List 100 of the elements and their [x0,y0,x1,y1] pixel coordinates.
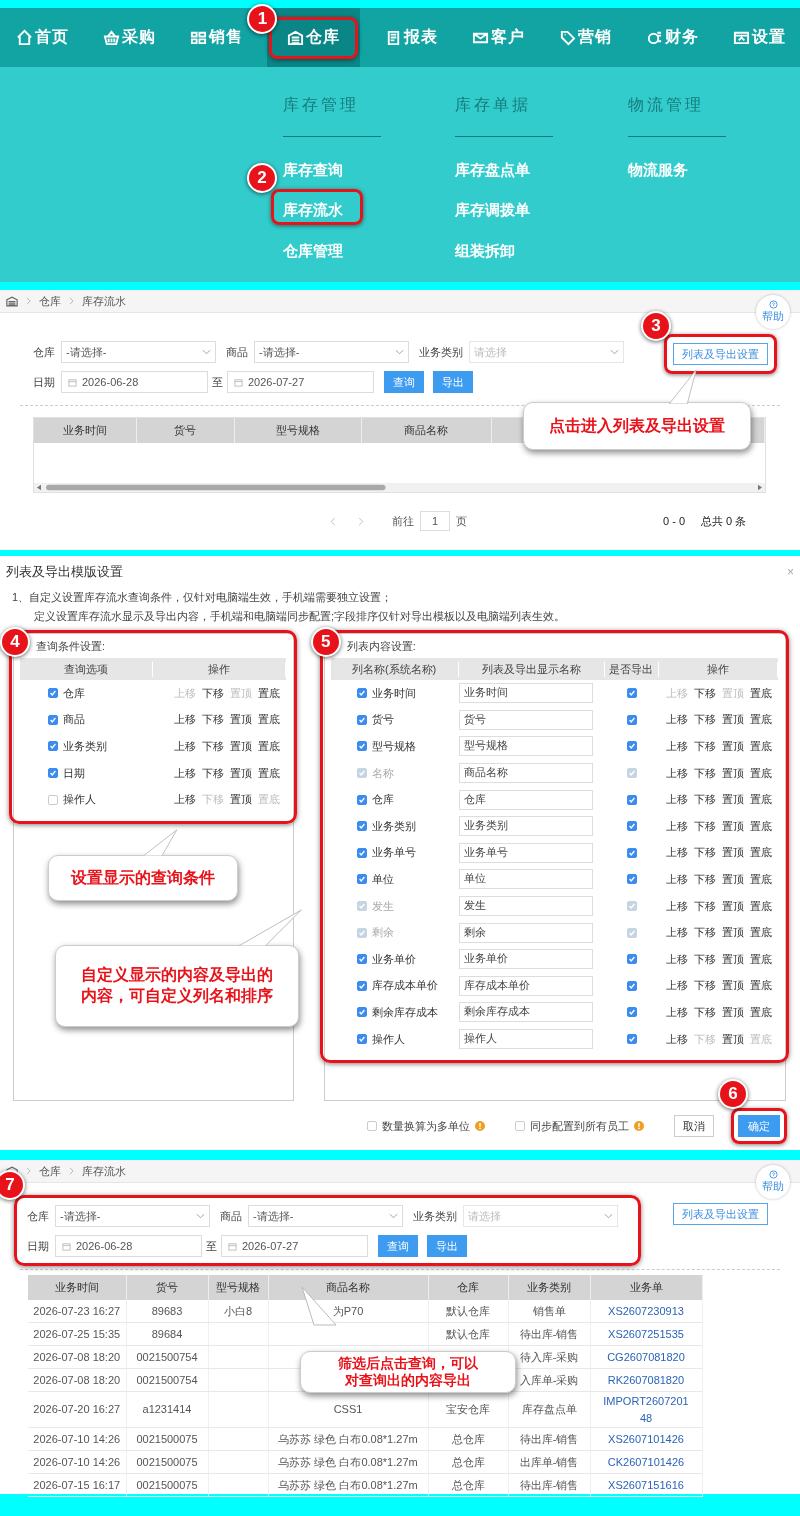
date-field[interactable]: 2026-06-28 [61,371,208,393]
move-down-link[interactable]: 下移 [694,978,716,994]
move-down-link[interactable]: 下移 [694,792,716,808]
export-checkbox[interactable] [626,741,637,752]
move-down-link[interactable]: 下移 [694,871,716,887]
name-input[interactable]: 操作人 [458,1029,593,1049]
move-down-link[interactable]: 下移 [694,818,716,834]
move-down-link[interactable]: 下移 [694,1004,716,1020]
breadcrumb-link[interactable]: 仓库 [39,1163,61,1179]
move-up-link[interactable]: 上移 [173,712,196,728]
move-down-link[interactable]: 下移 [694,951,716,967]
move-up-link[interactable]: 上移 [666,792,688,808]
export-checkbox[interactable] [626,954,637,965]
export-checkbox[interactable] [626,874,637,885]
order-link[interactable]: XS2607251535 [591,1325,701,1343]
move-up-link[interactable]: 上移 [666,818,688,834]
move-down-link[interactable]: 下移 [694,925,716,941]
move-down-link[interactable]: 下移 [694,712,716,728]
move-up-link[interactable]: 上移 [666,925,688,941]
breadcrumb-link[interactable]: 库存流水 [82,1163,126,1179]
checkbox[interactable] [367,1121,377,1131]
help-button[interactable]: 帮助 [756,1165,790,1199]
checkbox[interactable] [356,714,367,725]
move-bottom-link[interactable]: 置底 [750,712,772,728]
date-field[interactable]: 2026-07-27 [221,1235,368,1257]
checkbox[interactable] [356,1034,367,1044]
select-field[interactable]: -请选择- [61,341,216,363]
name-input[interactable]: 库存成本单价 [458,975,593,996]
name-input[interactable]: 剩余 [458,922,593,943]
move-bottom-link[interactable]: 置底 [257,685,280,701]
breadcrumb-link[interactable]: 库存流水 [82,293,126,309]
move-up-link[interactable]: 上移 [666,845,688,861]
move-down-link[interactable]: 下移 [201,739,224,754]
move-bottom-link[interactable]: 置底 [750,898,772,914]
name-input[interactable]: 业务时间 [458,683,593,704]
move-bottom-link[interactable]: 置底 [750,871,772,887]
checkbox[interactable] [48,688,58,699]
move-top-link[interactable]: 置顶 [722,925,744,941]
export-checkbox[interactable] [626,768,637,779]
move-up-link[interactable]: 上移 [666,739,688,754]
move-up-link[interactable]: 上移 [173,792,196,808]
move-bottom-link[interactable]: 置底 [750,739,772,754]
name-input[interactable]: 型号规格 [458,736,593,757]
move-top-link[interactable]: 置顶 [229,792,252,808]
select-field[interactable]: -请选择- [55,1205,210,1227]
list-settings-button[interactable]: 列表及导出设置 [673,343,768,365]
move-down-link[interactable]: 下移 [694,765,716,781]
cancel-button[interactable]: 取消 [674,1115,714,1137]
move-down-link[interactable]: 下移 [201,712,224,728]
order-link[interactable]: CG2607081820 [591,1348,701,1366]
help-button[interactable]: 帮助 [756,295,790,329]
checkbox[interactable] [356,980,367,991]
checkbox[interactable] [515,1121,525,1131]
date-field[interactable]: 2026-07-27 [227,371,374,393]
move-top-link[interactable]: 置顶 [229,765,252,781]
move-up-link[interactable]: 上移 [666,951,688,967]
checkbox[interactable] [356,768,367,779]
move-bottom-link[interactable]: 置底 [750,818,772,834]
move-bottom-link[interactable]: 置底 [750,978,772,994]
export-checkbox[interactable] [626,847,637,858]
move-up-link[interactable]: 上移 [666,978,688,994]
checkbox[interactable] [356,954,367,965]
name-input[interactable]: 单位 [458,869,593,890]
move-top-link[interactable]: 置顶 [722,1031,744,1047]
export-checkbox[interactable] [626,688,637,699]
export-checkbox[interactable] [626,1007,637,1018]
move-up-link[interactable]: 上移 [173,739,196,754]
select-field[interactable]: -请选择- [248,1205,403,1227]
order-link[interactable]: RK2607081820 [591,1371,701,1389]
checkbox[interactable] [356,821,367,832]
move-bottom-link[interactable]: 置底 [750,792,772,808]
export-checkbox[interactable] [626,1034,637,1044]
select-field[interactable]: -请选择- [254,341,409,363]
move-top-link[interactable]: 置顶 [229,712,252,728]
move-up-link[interactable]: 上移 [666,871,688,887]
move-up-link[interactable]: 上移 [173,765,196,781]
move-bottom-link[interactable]: 置底 [750,765,772,781]
checkbox[interactable] [48,714,58,725]
export-checkbox[interactable] [626,980,637,991]
move-top-link[interactable]: 置顶 [722,898,744,914]
checkbox[interactable] [356,927,367,938]
checkbox[interactable] [356,901,367,912]
move-top-link[interactable]: 置顶 [229,739,252,754]
checkbox[interactable] [48,794,58,805]
checkbox[interactable] [48,741,58,752]
order-link[interactable]: XS2607101426 [591,1430,701,1448]
move-bottom-link[interactable]: 置底 [257,765,280,781]
move-bottom-link[interactable]: 置底 [750,845,772,861]
move-down-link[interactable]: 下移 [694,739,716,754]
export-checkbox[interactable] [626,794,637,805]
move-up-link[interactable]: 上移 [666,765,688,781]
move-bottom-link[interactable]: 置底 [750,925,772,941]
move-top-link[interactable]: 置顶 [722,871,744,887]
checkbox[interactable] [356,1007,367,1018]
checkbox[interactable] [356,688,367,699]
order-link[interactable]: XS2607230913 [591,1302,701,1320]
name-input[interactable]: 业务单号 [458,842,593,863]
name-input[interactable]: 业务单价 [458,949,593,970]
move-top-link[interactable]: 置顶 [722,978,744,994]
export-checkbox[interactable] [626,901,637,912]
